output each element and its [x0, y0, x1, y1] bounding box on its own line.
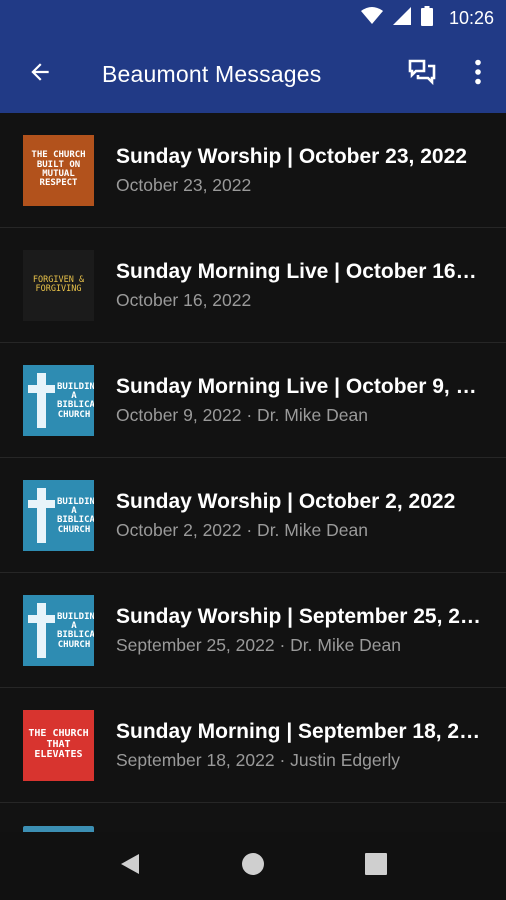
wifi-icon: [360, 6, 383, 30]
signal-icon: [392, 6, 411, 30]
message-thumbnail: THE CHURCH BUILT ON MUTUAL RESPECT: [23, 134, 94, 206]
nav-back-icon[interactable]: [119, 852, 141, 881]
page-title: Beaumont Messages: [102, 61, 322, 87]
message-subtitle: October 9, 2022 · Dr. Mike Dean: [116, 404, 368, 425]
battery-icon: [420, 5, 433, 31]
message-title: Sunday Morning | September 18, 2022: [116, 719, 482, 743]
list-item[interactable]: BUILDING A BIBLICAL CHURCH Sunday Worshi…: [0, 573, 506, 688]
message-title: Sunday Morning Live | October 9, 2022: [116, 374, 482, 398]
more-vert-icon: [474, 59, 482, 90]
system-nav-bar: [0, 832, 506, 900]
nav-recents-icon[interactable]: [365, 852, 387, 880]
message-title: Sunday Worship | September 25, 2022: [116, 604, 482, 628]
list-item[interactable]: BUILDING A BIBLICAL CHURCH Sunday Mornin…: [0, 343, 506, 458]
message-thumbnail: FORGIVEN & FORGIVING: [23, 249, 94, 321]
arrow-back-icon: [27, 59, 53, 90]
message-thumbnail: THE CHURCH THAT ELEVATES: [23, 709, 94, 781]
message-subtitle: September 18, 2022 · Justin Edgerly: [116, 749, 401, 770]
message-title: Sunday Morning Live | October 16, 2022: [116, 259, 482, 283]
message-thumbnail: BUILDING A BIBLICAL CHURCH: [23, 479, 94, 551]
chat-bubbles-icon: [407, 57, 437, 92]
message-subtitle: October 2, 2022 · Dr. Mike Dean: [116, 519, 368, 540]
message-list: THE CHURCH BUILT ON MUTUAL RESPECT Sunda…: [0, 113, 506, 803]
message-subtitle: October 16, 2022: [116, 289, 252, 310]
message-title: Sunday Worship | October 2, 2022: [116, 489, 456, 513]
list-item[interactable]: THE CHURCH THAT ELEVATES Sunday Morning …: [0, 688, 506, 803]
status-time: 10:26: [448, 7, 494, 28]
list-item[interactable]: FORGIVEN & FORGIVING Sunday Morning Live…: [0, 228, 506, 343]
message-thumbnail: BUILDING A BIBLICAL CHURCH: [23, 594, 94, 666]
more-options-button[interactable]: [450, 36, 506, 113]
message-thumbnail: BUILDING A BIBLICAL CHURCH: [23, 364, 94, 436]
chat-button[interactable]: [394, 36, 450, 113]
message-title: Sunday Worship | October 23, 2022: [116, 144, 467, 168]
list-item[interactable]: THE CHURCH BUILT ON MUTUAL RESPECT Sunda…: [0, 113, 506, 228]
nav-home-icon[interactable]: [241, 852, 265, 881]
status-bar: 10:26: [0, 0, 506, 36]
message-subtitle: September 25, 2022 · Dr. Mike Dean: [116, 634, 402, 655]
back-button[interactable]: [0, 36, 80, 113]
message-subtitle: October 23, 2022: [116, 174, 252, 195]
app-bar: Beaumont Messages: [0, 36, 506, 113]
list-item[interactable]: BUILDING A BIBLICAL CHURCH Sunday Worshi…: [0, 458, 506, 573]
